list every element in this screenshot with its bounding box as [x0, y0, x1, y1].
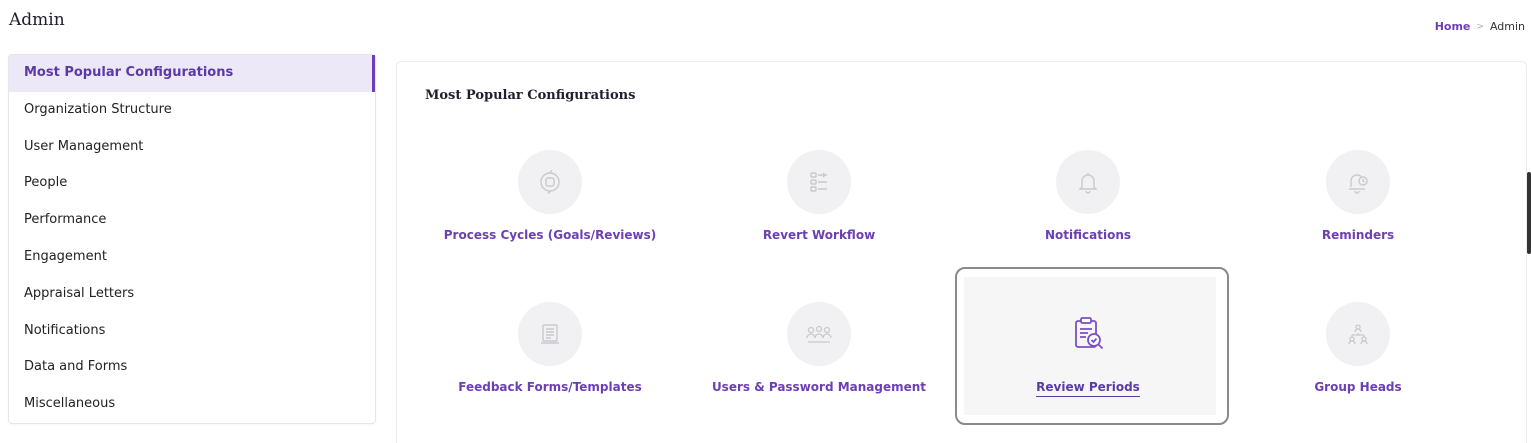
sidebar: Most Popular Configurations Organization… [8, 54, 376, 424]
users-icon [787, 302, 851, 366]
breadcrumb-current: Admin [1489, 20, 1525, 33]
clipboard-search-icon [1056, 302, 1120, 366]
tile-group-heads[interactable]: Group Heads [1228, 302, 1488, 432]
page-title: Admin [9, 10, 65, 30]
sidebar-item-people[interactable]: People [9, 165, 375, 202]
tile-label: Reminders [1321, 228, 1395, 242]
tile-process-cycles[interactable]: Process Cycles (Goals/Reviews) [420, 150, 680, 280]
tile-users-password[interactable]: Users & Password Management [689, 302, 949, 432]
hierarchy-icon [1326, 302, 1390, 366]
workflow-icon [787, 150, 851, 214]
tile-label: Notifications [1044, 228, 1132, 242]
tile-label: Users & Password Management [711, 380, 927, 394]
tile-label: Feedback Forms/Templates [458, 380, 642, 394]
breadcrumb-home-link[interactable]: Home [1435, 20, 1471, 33]
tile-label: Revert Workflow [762, 228, 876, 242]
tile-reminders[interactable]: Reminders [1228, 150, 1488, 280]
sidebar-item-miscellaneous[interactable]: Miscellaneous [9, 386, 375, 423]
breadcrumb-separator: > [1476, 21, 1484, 32]
admin-page: Admin Home > Admin Most Popular Configur… [0, 0, 1531, 443]
sidebar-item-organization-structure[interactable]: Organization Structure [9, 92, 375, 129]
sidebar-item-appraisal-letters[interactable]: Appraisal Letters [9, 276, 375, 313]
tile-revert-workflow[interactable]: Revert Workflow [689, 150, 949, 280]
breadcrumb: Home > Admin [1435, 20, 1525, 33]
tile-review-periods[interactable]: Review Periods [958, 302, 1218, 432]
sidebar-item-notifications[interactable]: Notifications [9, 313, 375, 350]
bell-clock-icon [1326, 150, 1390, 214]
sidebar-item-data-and-forms[interactable]: Data and Forms [9, 349, 375, 386]
tile-label: Review Periods [1036, 380, 1140, 397]
sidebar-item-most-popular-configurations[interactable]: Most Popular Configurations [9, 55, 375, 92]
sidebar-item-engagement[interactable]: Engagement [9, 239, 375, 276]
tile-feedback-forms[interactable]: Feedback Forms/Templates [420, 302, 680, 432]
tile-label: Group Heads [1314, 380, 1402, 394]
tile-label: Process Cycles (Goals/Reviews) [443, 228, 657, 242]
bell-icon [1056, 150, 1120, 214]
tile-notifications[interactable]: Notifications [958, 150, 1218, 280]
sidebar-item-performance[interactable]: Performance [9, 202, 375, 239]
scroll-handle[interactable] [1527, 172, 1531, 254]
sidebar-item-user-management[interactable]: User Management [9, 129, 375, 166]
process-cycle-icon [518, 150, 582, 214]
panel-title: Most Popular Configurations [425, 88, 636, 103]
form-template-icon [518, 302, 582, 366]
